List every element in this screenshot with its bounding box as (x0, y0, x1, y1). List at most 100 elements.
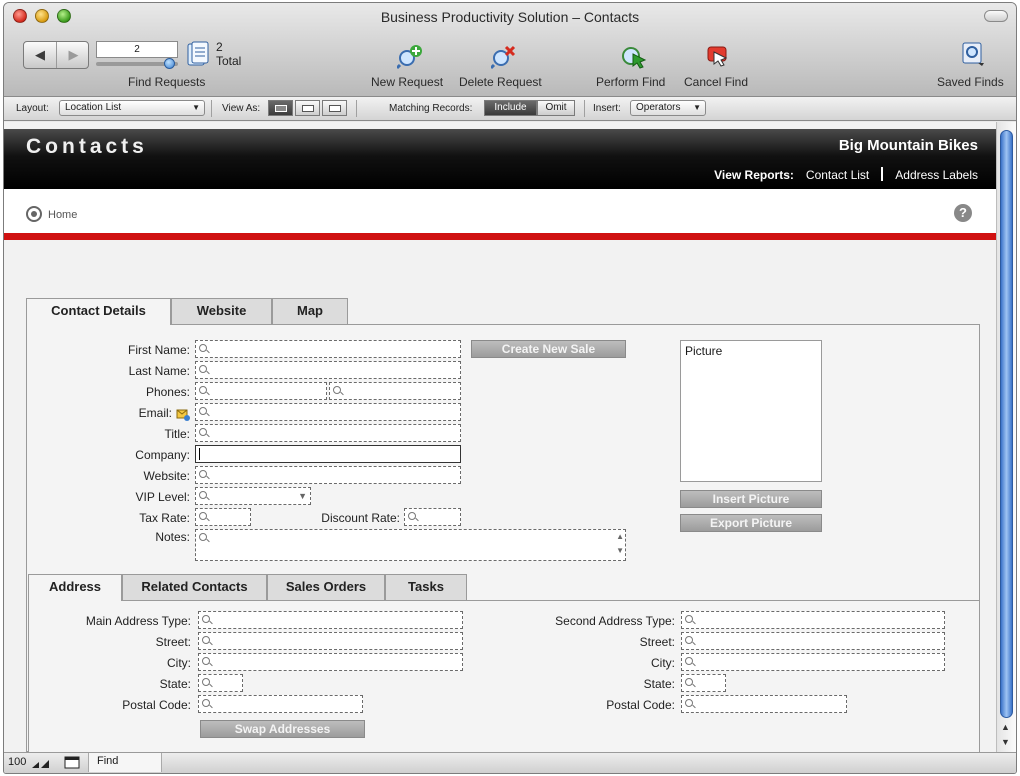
mode-indicator[interactable]: Find (88, 753, 162, 772)
saved-finds-icon[interactable] (960, 41, 986, 67)
insert-picture-button[interactable]: Insert Picture (680, 490, 822, 508)
main-postal-code-field[interactable] (198, 695, 363, 713)
perform-find-icon[interactable] (621, 44, 647, 70)
new-request-button[interactable]: New Request (371, 75, 443, 89)
company-field[interactable] (195, 445, 461, 463)
find-requests-label: Find Requests (128, 75, 206, 89)
help-icon[interactable]: ? (954, 204, 972, 222)
second-address-type-label: Second Address Type: (555, 614, 675, 628)
title-field[interactable] (195, 424, 461, 442)
search-icon (685, 699, 693, 707)
toggle-status-area-icon[interactable] (64, 756, 80, 769)
search-icon (408, 512, 416, 520)
discount-rate-field[interactable] (404, 508, 461, 526)
tab-tasks[interactable]: Tasks (385, 574, 467, 600)
second-address-type-field[interactable] (681, 611, 945, 629)
toolbar-toggle-button[interactable] (984, 10, 1008, 22)
search-icon (199, 491, 207, 499)
last-name-field[interactable] (195, 361, 461, 379)
record-totals: 2 Total (216, 40, 241, 68)
search-icon (199, 512, 207, 520)
next-record-button[interactable]: ▶ (57, 42, 90, 68)
chevron-down-icon: ▼ (192, 103, 200, 112)
home-icon[interactable] (26, 206, 42, 222)
search-icon (199, 386, 207, 394)
zoom-controls-icon[interactable] (31, 758, 61, 769)
main-street-field[interactable] (198, 632, 463, 650)
view-as-table-button[interactable] (322, 100, 347, 116)
breadcrumb: Home ? (4, 189, 998, 233)
record-slider-thumb[interactable] (164, 58, 175, 69)
scrollbar-thumb[interactable] (1000, 130, 1013, 718)
second-state-field[interactable] (681, 674, 726, 692)
cancel-find-button[interactable]: Cancel Find (684, 75, 748, 89)
delete-request-button[interactable]: Delete Request (459, 75, 542, 89)
main-city-label: City: (167, 656, 191, 670)
second-city-field[interactable] (681, 653, 945, 671)
view-as-form-button[interactable] (268, 100, 293, 116)
home-link[interactable]: Home (48, 209, 77, 221)
layout-select-value: Location List (65, 102, 122, 113)
link-separator (881, 167, 884, 181)
search-icon (199, 470, 207, 478)
cancel-find-icon[interactable] (706, 44, 732, 70)
view-as-list-button[interactable] (295, 100, 320, 116)
second-postal-code-field[interactable] (681, 695, 847, 713)
page-title: Contacts (26, 135, 148, 158)
text-cursor (199, 448, 200, 460)
new-request-icon[interactable] (397, 44, 423, 70)
scroll-down-arrow[interactable]: ▼ (1001, 737, 1010, 747)
create-new-sale-button[interactable]: Create New Sale (471, 340, 626, 358)
tab-related-contacts[interactable]: Related Contacts (122, 574, 267, 600)
delete-request-icon[interactable] (491, 44, 517, 70)
main-city-field[interactable] (198, 653, 463, 671)
company-name: Big Mountain Bikes (838, 137, 978, 154)
previous-record-button[interactable]: ◀ (24, 42, 57, 68)
scroll-up-arrow[interactable]: ▲ (1001, 722, 1010, 732)
search-icon (199, 365, 207, 373)
saved-finds-button[interactable]: Saved Finds (937, 75, 1004, 89)
layout-select[interactable]: Location List ▼ (59, 100, 205, 116)
total-count: 2 (216, 40, 223, 54)
zoom-level[interactable]: 100 (8, 756, 26, 768)
perform-find-button[interactable]: Perform Find (596, 75, 665, 89)
company-label: Company: (135, 448, 190, 462)
notes-field[interactable]: ▲ ▼ (195, 529, 626, 561)
search-icon (685, 657, 693, 665)
main-street-label: Street: (155, 635, 191, 649)
operators-select[interactable]: Operators ▼ (630, 100, 706, 116)
export-picture-button[interactable]: Export Picture (680, 514, 822, 532)
tab-address[interactable]: Address (28, 574, 122, 601)
app-window: Business Productivity Solution – Contact… (3, 2, 1017, 774)
chevron-down-icon[interactable]: ▼ (298, 488, 307, 504)
tab-map[interactable]: Map (272, 298, 348, 324)
toolbar: Business Productivity Solution – Contact… (4, 3, 1016, 97)
vip-level-field[interactable]: ▼ (195, 487, 311, 505)
tab-contact-details[interactable]: Contact Details (26, 298, 171, 325)
main-state-field[interactable] (198, 674, 243, 692)
swap-addresses-button[interactable]: Swap Addresses (200, 720, 365, 738)
email-icon[interactable] (176, 407, 190, 421)
main-address-type-field[interactable] (198, 611, 463, 629)
website-field[interactable] (195, 466, 461, 484)
search-icon (199, 533, 207, 541)
contact-list-link[interactable]: Contact List (806, 168, 869, 182)
tab-website[interactable]: Website (171, 298, 272, 324)
phone-1-field[interactable] (195, 382, 327, 400)
tab-sales-orders[interactable]: Sales Orders (267, 574, 385, 600)
address-labels-link[interactable]: Address Labels (895, 168, 978, 182)
first-name-field[interactable] (195, 340, 461, 358)
current-record-input[interactable]: 2 (96, 41, 178, 58)
vertical-scrollbar[interactable]: ▲ ▼ (996, 122, 1016, 754)
notes-scroll-arrows[interactable]: ▲ ▼ (616, 530, 624, 558)
total-label: Total (216, 54, 242, 68)
tax-rate-label: Tax Rate: (139, 511, 190, 525)
second-street-field[interactable] (681, 632, 945, 650)
phone-2-field[interactable] (329, 382, 461, 400)
tax-rate-field[interactable] (195, 508, 251, 526)
separator (356, 100, 357, 117)
email-field[interactable] (195, 403, 461, 421)
include-button[interactable]: Include (484, 100, 537, 116)
omit-button[interactable]: Omit (537, 100, 575, 116)
picture-container[interactable]: Picture (680, 340, 822, 482)
